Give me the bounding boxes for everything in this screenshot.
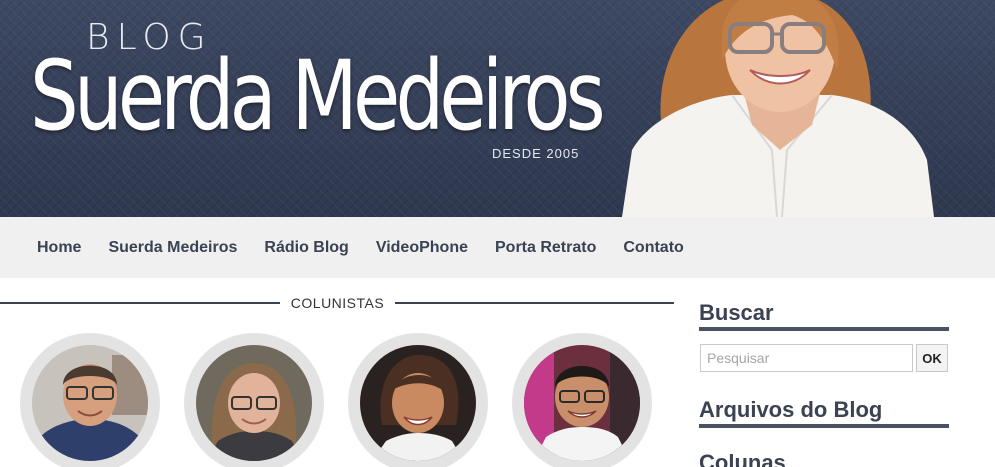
logo-since-text: DESDE 2005 xyxy=(492,146,580,161)
header-banner: BLOG Suerda Medeiros DESDE 2005 xyxy=(0,0,995,217)
columnist-photo-1 xyxy=(32,345,148,461)
sidebar-search-title: Buscar xyxy=(699,300,774,325)
columnist-avatar-4[interactable] xyxy=(512,333,652,467)
header-portrait-image xyxy=(622,0,942,217)
columnist-photo-2 xyxy=(196,345,312,461)
columnist-photo-3 xyxy=(360,345,476,461)
sidebar-archive-rule xyxy=(699,424,949,428)
sidebar-search-rule xyxy=(699,327,949,331)
nav-porta-retrato[interactable]: Porta Retrato xyxy=(495,239,596,257)
columnist-photo-4 xyxy=(524,345,640,461)
columnists-heading: COLUNISTAS xyxy=(0,293,674,313)
nav-videophone[interactable]: VideoPhone xyxy=(376,239,468,257)
nav-contato[interactable]: Contato xyxy=(623,239,683,257)
columnist-avatar-3[interactable] xyxy=(348,333,488,467)
search-ok-button[interactable]: OK xyxy=(916,344,948,372)
heading-divider-left xyxy=(0,302,280,304)
search-input[interactable] xyxy=(700,344,913,372)
nav-home[interactable]: Home xyxy=(37,239,81,257)
sidebar-columns-title: Colunas xyxy=(699,450,786,467)
logo-site-name[interactable]: Suerda Medeiros xyxy=(30,48,606,144)
sidebar-archive-title: Arquivos do Blog xyxy=(699,397,883,422)
columnist-avatar-1[interactable] xyxy=(20,333,160,467)
main-nav: Home Suerda Medeiros Rádio Blog VideoPho… xyxy=(0,217,995,278)
nav-radio-blog[interactable]: Rádio Blog xyxy=(264,239,348,257)
heading-divider-right xyxy=(395,302,674,304)
nav-suerda-medeiros[interactable]: Suerda Medeiros xyxy=(108,239,237,257)
columnist-avatar-2[interactable] xyxy=(184,333,324,467)
columnists-label: COLUNISTAS xyxy=(290,295,385,311)
